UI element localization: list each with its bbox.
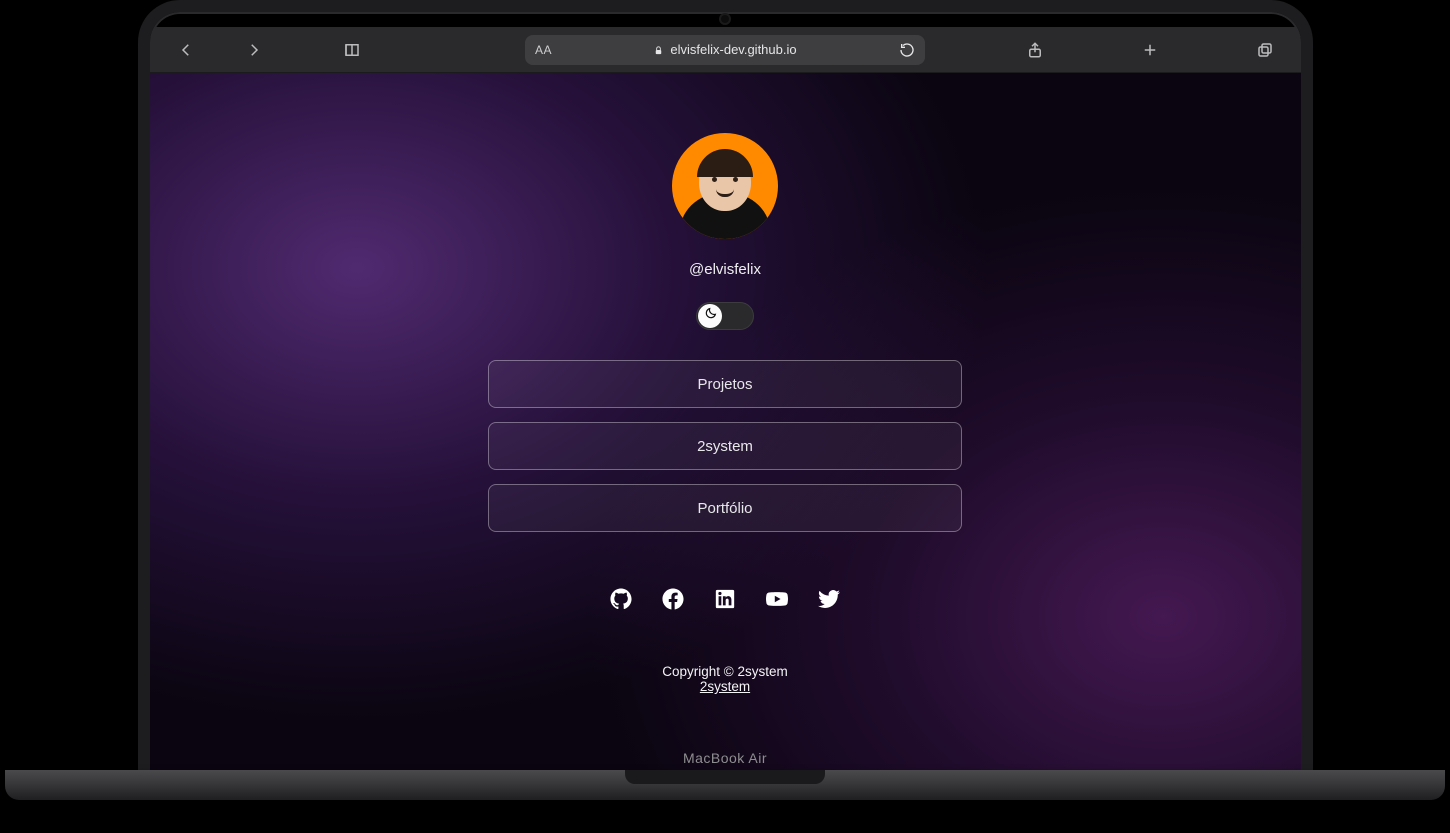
laptop-base: MacBook Air — [5, 770, 1445, 800]
facebook-icon[interactable] — [662, 588, 684, 610]
linkedin-icon[interactable] — [714, 588, 736, 610]
device-label: MacBook Air — [683, 750, 767, 766]
profile-handle: @elvisfelix — [689, 261, 761, 278]
nav-buttons — [176, 40, 264, 60]
reload-button[interactable] — [899, 42, 915, 58]
copyright-text: Copyright © 2system — [662, 664, 788, 679]
link-label: Portfólio — [697, 500, 752, 517]
footer-link[interactable]: 2system — [700, 679, 750, 694]
toolbar-right — [1025, 40, 1275, 60]
link-label: 2system — [697, 438, 753, 455]
youtube-icon[interactable] — [766, 588, 788, 610]
back-button[interactable] — [176, 40, 196, 60]
lock-icon — [653, 44, 664, 55]
social-links — [610, 588, 840, 610]
address-url: elvisfelix-dev.github.io — [670, 42, 796, 57]
link-label: Projetos — [697, 376, 752, 393]
theme-toggle[interactable] — [696, 302, 754, 330]
forward-button[interactable] — [244, 40, 264, 60]
trackpad-notch — [625, 770, 825, 784]
avatar — [672, 133, 778, 239]
laptop-mockup: AA elvisfelix-dev.github.io — [0, 0, 1450, 833]
camera-icon — [721, 15, 729, 23]
twitter-icon[interactable] — [818, 588, 840, 610]
github-icon[interactable] — [610, 588, 632, 610]
sidebar-button[interactable] — [342, 40, 362, 60]
browser-toolbar: AA elvisfelix-dev.github.io — [150, 27, 1301, 73]
tabs-overview-button[interactable] — [1255, 40, 1275, 60]
laptop-lid: AA elvisfelix-dev.github.io — [138, 0, 1313, 770]
text-size-control[interactable]: AA — [535, 43, 552, 57]
address-bar[interactable]: AA elvisfelix-dev.github.io — [525, 35, 925, 65]
footer: Copyright © 2system 2system — [662, 664, 788, 694]
new-tab-button[interactable] — [1140, 40, 1160, 60]
toggle-knob — [698, 304, 722, 328]
page-viewport: @elvisfelix Projetos 2system Portfólio — [150, 73, 1301, 770]
link-2system[interactable]: 2system — [488, 422, 962, 470]
screen: AA elvisfelix-dev.github.io — [150, 27, 1301, 770]
share-button[interactable] — [1025, 40, 1045, 60]
link-projetos[interactable]: Projetos — [488, 360, 962, 408]
moon-icon — [704, 307, 717, 325]
link-portfolio[interactable]: Portfólio — [488, 484, 962, 532]
